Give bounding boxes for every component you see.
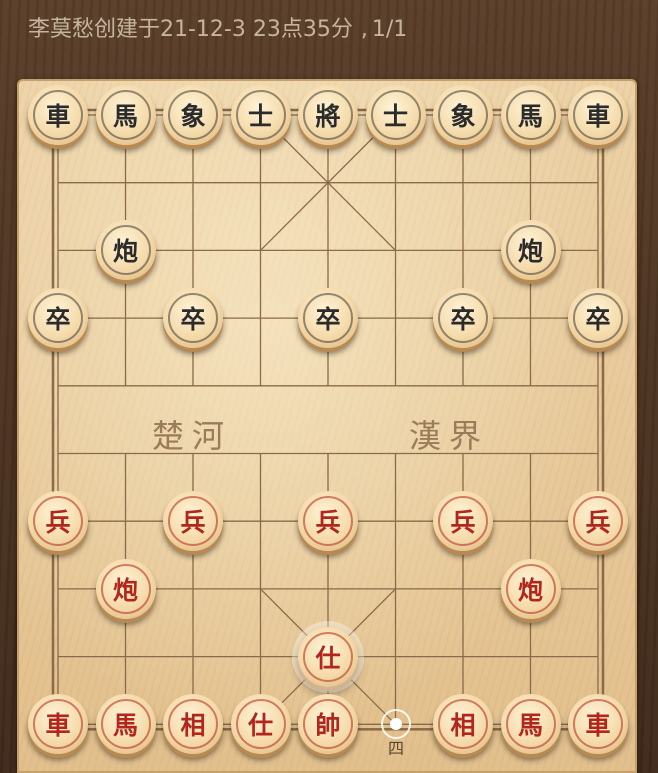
red-advisor-piece[interactable]: 仕	[230, 694, 291, 755]
piece-label: 馬	[505, 699, 556, 750]
piece-label: 帥	[303, 699, 353, 750]
red-chariot-piece[interactable]: 車	[28, 694, 88, 755]
black-cannon-piece[interactable]: 炮	[95, 220, 156, 281]
red-advisor-piece[interactable]: 仕	[298, 626, 358, 687]
black-soldier-piece[interactable]: 卒	[163, 288, 223, 349]
piece-label: 兵	[303, 496, 353, 547]
piece-label: 炮	[100, 563, 151, 614]
game-title-bar: 李莫愁创建于21-12-3 23点35分, 1/1	[28, 12, 407, 48]
red-horse-piece[interactable]: 馬	[95, 694, 156, 755]
piece-label: 士	[370, 90, 421, 140]
red-soldier-piece[interactable]: 兵	[28, 491, 88, 552]
piece-label: 馬	[505, 90, 556, 140]
piece-label: 炮	[505, 563, 556, 614]
piece-label: 馬	[100, 90, 151, 140]
piece-label: 仕	[235, 699, 286, 750]
black-chariot-piece[interactable]: 車	[28, 85, 88, 145]
piece-label: 車	[573, 90, 623, 140]
xiangqi-board[interactable]: 楚河 漢界 四 車馬象士將士象馬車炮炮卒卒卒卒卒兵兵兵兵兵炮炮仕車馬相仕帥相馬車	[17, 79, 637, 773]
black-advisor-piece[interactable]: 士	[365, 85, 426, 145]
black-horse-piece[interactable]: 馬	[95, 85, 156, 145]
page-counter: 1/1	[371, 17, 408, 42]
piece-label: 兵	[33, 496, 83, 547]
red-general-piece[interactable]: 帥	[298, 694, 358, 755]
river-label-han-jie: 漢界	[409, 417, 490, 455]
black-soldier-piece[interactable]: 卒	[28, 288, 88, 349]
piece-label: 相	[438, 699, 488, 750]
piece-label: 卒	[573, 293, 623, 344]
piece-label: 車	[573, 699, 623, 750]
piece-label: 車	[33, 90, 83, 140]
black-elephant-piece[interactable]: 象	[433, 85, 493, 145]
piece-label: 象	[168, 90, 218, 140]
black-soldier-piece[interactable]: 卒	[298, 288, 358, 349]
black-soldier-piece[interactable]: 卒	[433, 288, 493, 349]
red-chariot-piece[interactable]: 車	[568, 694, 628, 755]
red-elephant-piece[interactable]: 相	[433, 694, 493, 755]
piece-label: 士	[235, 90, 286, 140]
black-chariot-piece[interactable]: 車	[568, 85, 628, 145]
piece-label: 兵	[573, 496, 623, 547]
red-cannon-piece[interactable]: 炮	[95, 558, 156, 619]
red-soldier-piece[interactable]: 兵	[163, 491, 223, 552]
piece-label: 馬	[100, 699, 151, 750]
red-cannon-piece[interactable]: 炮	[500, 558, 561, 619]
red-soldier-piece[interactable]: 兵	[568, 491, 628, 552]
piece-label: 兵	[168, 496, 218, 547]
black-elephant-piece[interactable]: 象	[163, 85, 223, 145]
river-label-chu-he: 楚河	[152, 417, 233, 455]
black-soldier-piece[interactable]: 卒	[568, 288, 628, 349]
piece-label: 相	[168, 699, 218, 750]
piece-label: 象	[438, 90, 488, 140]
piece-label: 車	[33, 699, 83, 750]
piece-label: 卒	[303, 293, 353, 344]
red-soldier-piece[interactable]: 兵	[433, 491, 493, 552]
piece-label: 炮	[100, 225, 151, 276]
piece-label: 兵	[438, 496, 488, 547]
red-elephant-piece[interactable]: 相	[163, 694, 223, 755]
piece-label: 卒	[168, 293, 218, 344]
black-advisor-piece[interactable]: 士	[230, 85, 291, 145]
column-coordinate-label: 四	[387, 739, 404, 758]
black-cannon-piece[interactable]: 炮	[500, 220, 561, 281]
piece-label: 將	[303, 90, 353, 140]
title-separator: ,	[360, 17, 368, 42]
piece-label: 卒	[438, 293, 488, 344]
black-general-piece[interactable]: 將	[298, 85, 358, 145]
piece-label: 炮	[505, 225, 556, 276]
piece-label: 仕	[303, 631, 353, 682]
game-title: 李莫愁创建于21-12-3 23点35分	[28, 17, 353, 42]
black-horse-piece[interactable]: 馬	[500, 85, 561, 145]
red-soldier-piece[interactable]: 兵	[298, 491, 358, 552]
red-horse-piece[interactable]: 馬	[500, 694, 561, 755]
piece-label: 卒	[33, 293, 83, 344]
